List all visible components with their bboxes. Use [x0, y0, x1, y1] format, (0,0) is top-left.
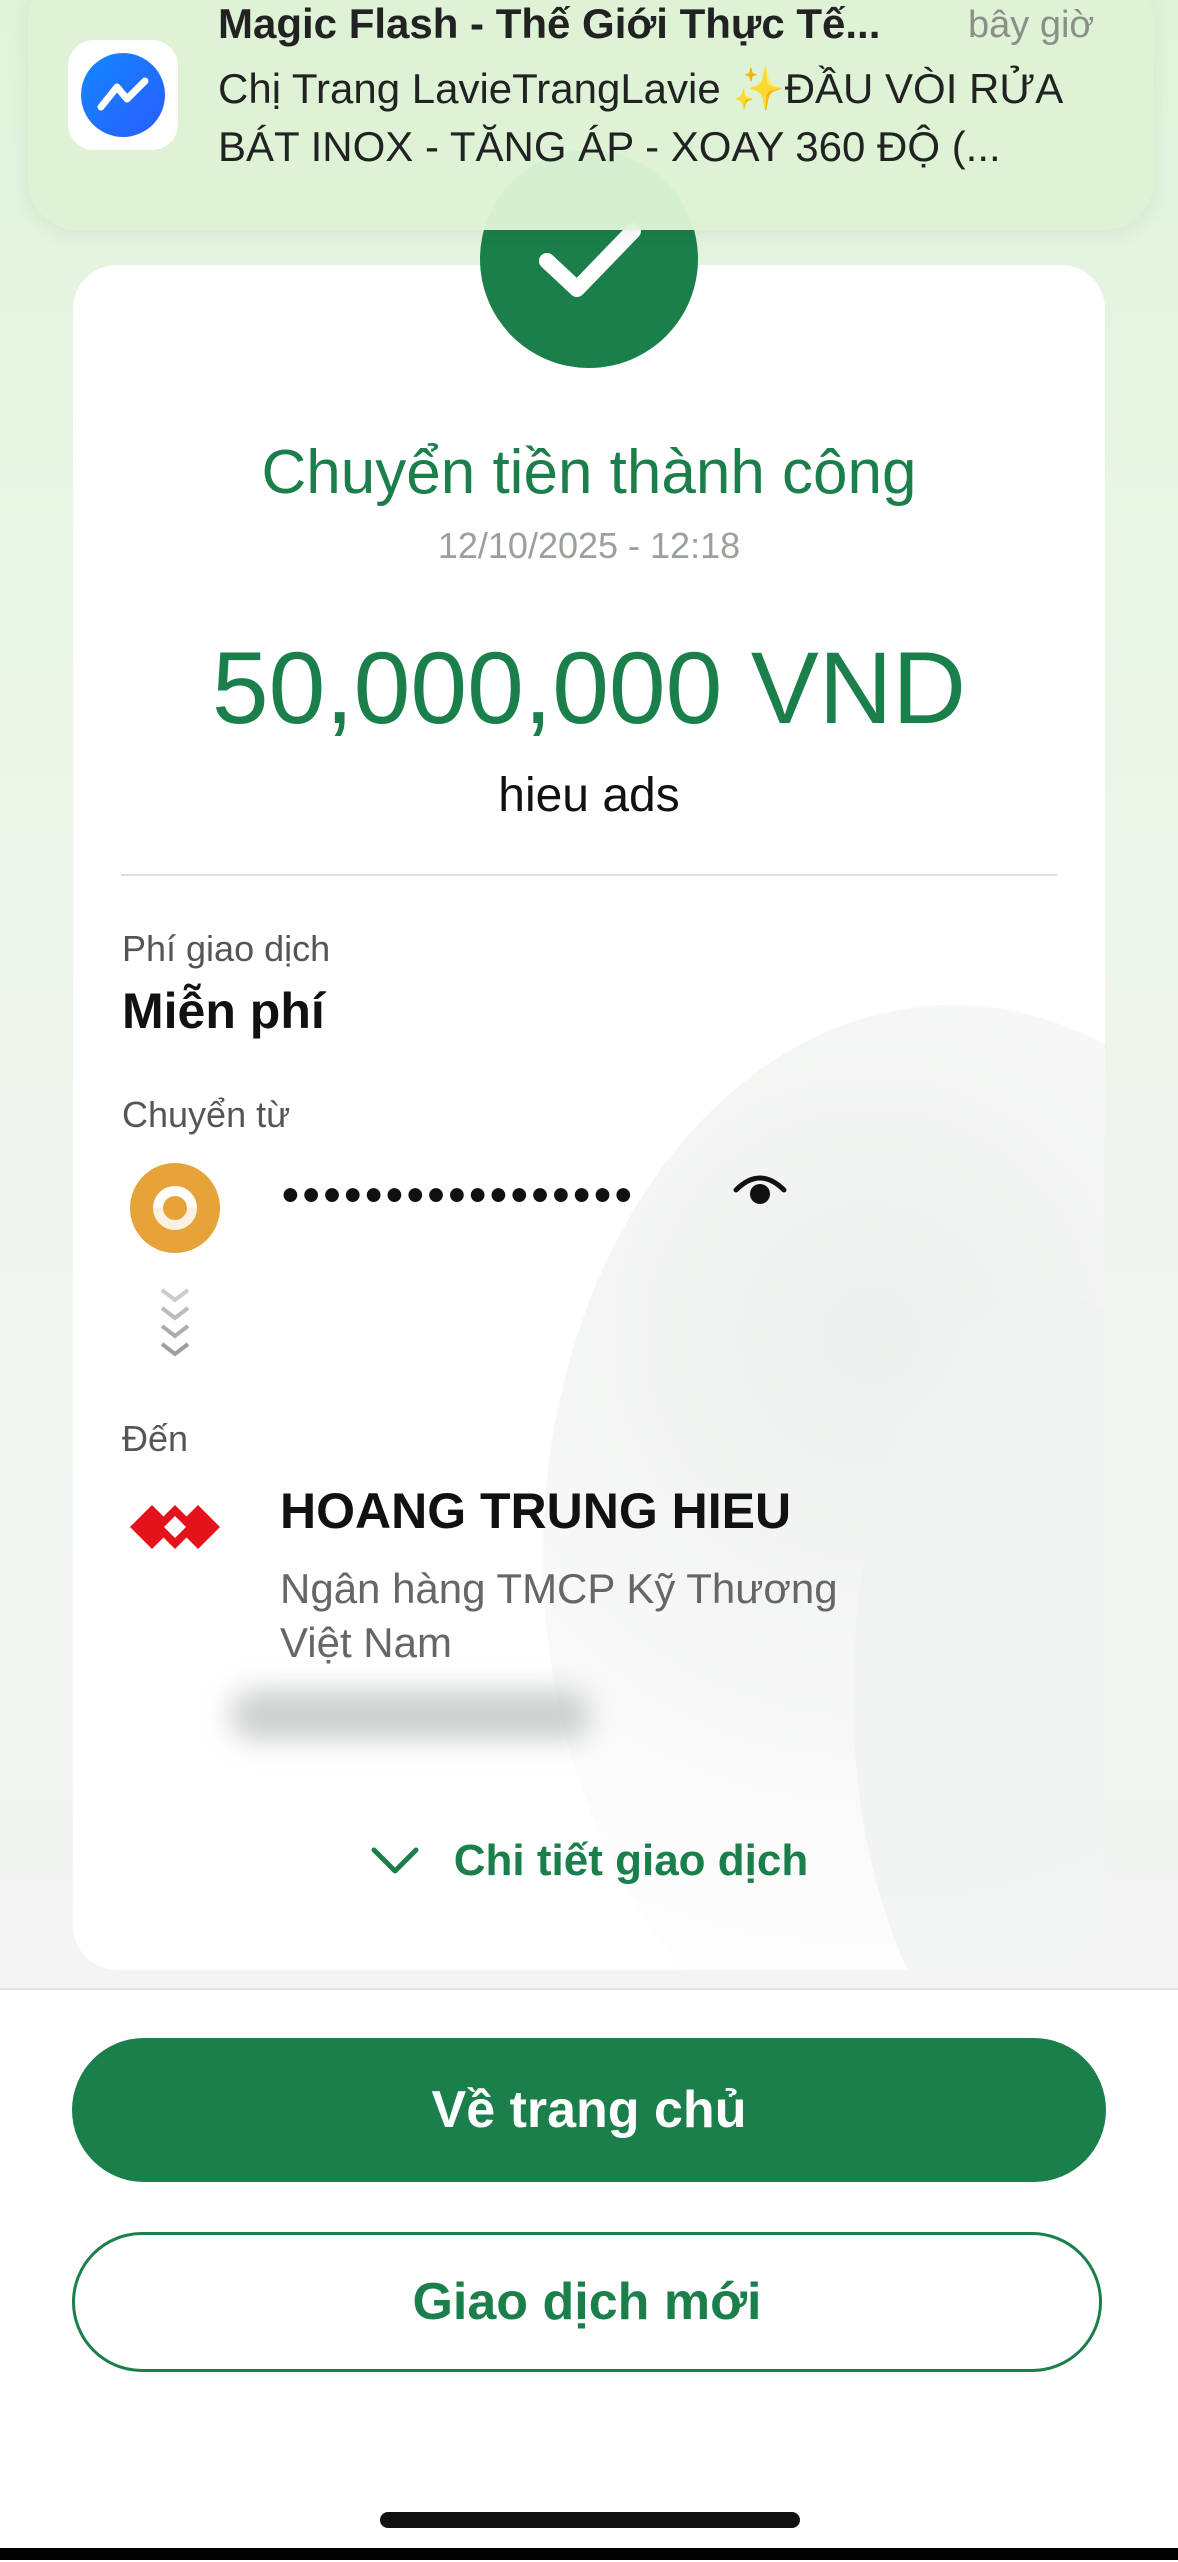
recipient-name: HOANG TRUNG HIEU: [280, 1483, 792, 1539]
home-indicator[interactable]: [380, 2512, 800, 2528]
new-transaction-button[interactable]: Giao dịch mới: [72, 2232, 1102, 2372]
recipient-bank: Ngân hàng TMCP Kỹ Thương Việt Nam: [280, 1565, 838, 1666]
destination-bank-logo-icon: [130, 1505, 220, 1549]
status-title: Chuyển tiền thành công: [261, 438, 917, 507]
home-button[interactable]: Về trang chủ: [72, 2038, 1106, 2182]
transfer-memo: hieu ads: [498, 769, 680, 822]
chevrons-down-icon: [160, 1288, 190, 1357]
blurred-account-number: [230, 1690, 590, 1740]
chevron-down-icon: [371, 1847, 419, 1874]
notification-time: bây giờ: [968, 4, 1095, 46]
notification-title: Magic Flash - Thế Giới Thực Tế...: [218, 0, 881, 47]
screen-bottom-edge: [0, 2548, 1178, 2560]
source-bank-logo-icon: [130, 1163, 220, 1253]
details-link-label: Chi tiết giao dịch: [453, 1836, 809, 1885]
transaction-details-link[interactable]: Chi tiết giao dịch: [0, 1836, 1178, 1886]
eye-icon[interactable]: [730, 1164, 790, 1214]
from-label: Chuyển từ: [122, 1094, 291, 1135]
notification-body: Chị Trang LavieTrangLavie ✨ĐẦU VÒI RỬA B…: [218, 65, 1061, 170]
divider: [121, 874, 1057, 876]
transfer-amount: 50,000,000 VND: [211, 631, 967, 745]
fee-label: Phí giao dịch: [122, 928, 331, 969]
to-label: Đến: [122, 1418, 189, 1459]
source-account-masked: •••••••••••••••••: [282, 1169, 636, 1222]
messenger-icon: [68, 40, 178, 150]
transaction-datetime: 12/10/2025 - 12:18: [437, 525, 741, 566]
fee-value: Miễn phí: [122, 983, 325, 1039]
notification-banner[interactable]: Magic Flash - Thế Giới Thực Tế... bây gi…: [28, 0, 1154, 230]
